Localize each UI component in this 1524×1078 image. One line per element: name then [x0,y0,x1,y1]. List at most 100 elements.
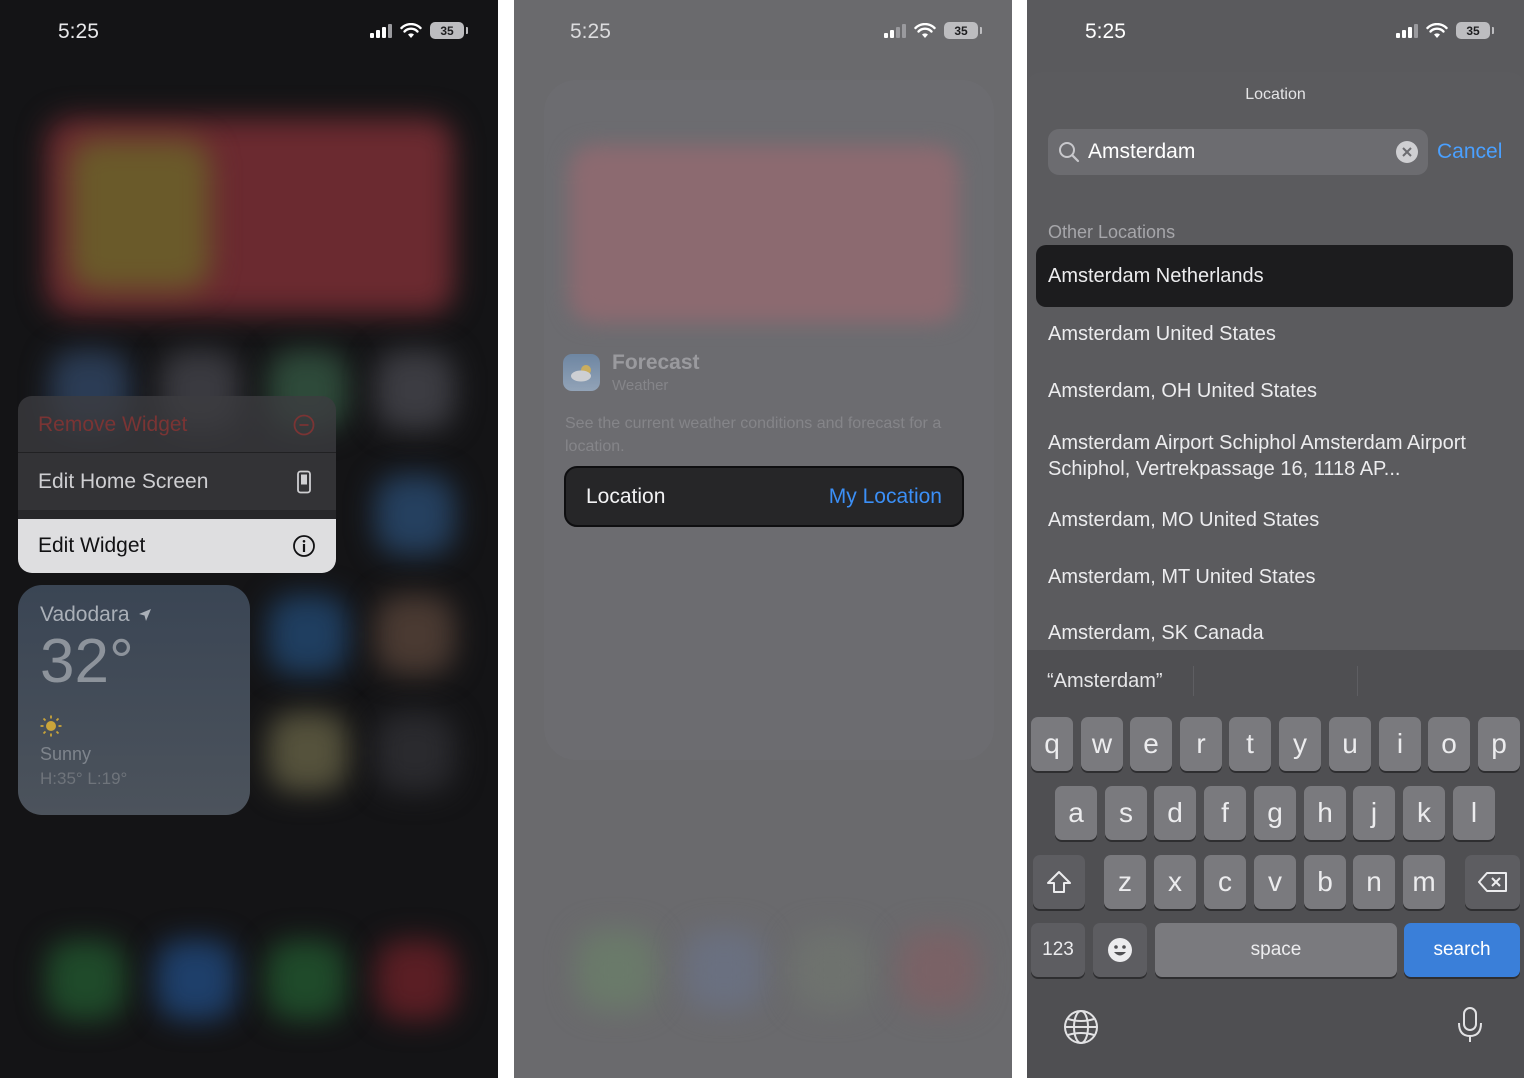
key-k[interactable]: k [1403,786,1445,840]
cellular-signal-icon [370,23,392,38]
blurred-app-icon [375,712,455,792]
location-result-selected[interactable]: Amsterdam Netherlands [1036,245,1513,307]
location-label: Location [586,484,666,508]
key-x[interactable]: x [1154,855,1196,909]
key-q[interactable]: q [1031,717,1073,771]
location-value[interactable]: My Location [829,485,942,509]
key-f[interactable]: f [1204,786,1246,840]
dictation-key[interactable] [1450,1005,1490,1045]
key-h[interactable]: h [1304,786,1346,840]
blurred-app-icon [375,475,455,555]
shift-icon [1047,871,1071,893]
key-i[interactable]: i [1379,717,1421,771]
location-result[interactable]: Amsterdam, MT United States [1048,564,1504,590]
sheet-title: Location [1245,86,1306,103]
blurred-dock-icon [376,940,456,1020]
location-setting-row[interactable]: Location My Location [564,466,964,527]
key-b[interactable]: b [1304,855,1346,909]
key-m[interactable]: m [1403,855,1445,909]
weather-app-icon [563,354,600,391]
status-time: 5:25 [1085,20,1126,43]
blurred-dock-icon [266,940,346,1020]
widget-description: See the current weather conditions and f… [565,415,942,455]
location-result[interactable]: Amsterdam United States [1048,321,1504,347]
blurred-dock-icon [684,930,764,1010]
blurred-dock-icon [156,940,236,1020]
battery-icon: 35 [944,22,982,39]
key-d[interactable]: d [1154,786,1196,840]
delete-backspace-icon [1477,872,1507,892]
microphone-icon [1458,1007,1482,1042]
key-z[interactable]: z [1104,855,1146,909]
key-v[interactable]: v [1254,855,1296,909]
key-g[interactable]: g [1254,786,1296,840]
close-icon [1402,147,1412,157]
blurred-widget-preview [569,145,959,323]
emoji-key[interactable] [1093,923,1147,977]
key-r[interactable]: r [1180,717,1222,771]
predictive-divider [1357,666,1358,696]
minus-circle-icon [292,413,316,437]
weather-widget[interactable]: Vadodara 32° Sunny H:35° L:19° [18,585,250,815]
cellular-signal-icon [1396,23,1418,38]
key-s[interactable]: s [1105,786,1147,840]
key-n[interactable]: n [1353,855,1395,909]
search-key[interactable]: search [1404,923,1520,977]
blurred-app-icon [268,712,348,792]
blurred-app-icon [268,595,348,675]
predictive-divider [1193,666,1194,696]
sun-icon [40,715,62,737]
status-time: 5:25 [58,20,99,43]
wifi-icon [400,22,422,38]
panel-edit-widget: 5:25 35 Forecast Weather See the current… [514,0,1012,1078]
key-e[interactable]: e [1130,717,1172,771]
cancel-button[interactable]: Cancel [1437,140,1502,164]
search-input[interactable] [1088,140,1396,164]
battery-icon: 35 [430,22,468,39]
remove-widget-button[interactable]: Remove Widget [18,396,336,454]
location-arrow-icon [138,609,151,621]
panel-location-search: 5:25 35 Location Cancel Other Locations … [1027,0,1524,1078]
key-p[interactable]: p [1478,717,1520,771]
status-bar: 5:25 35 [514,0,1012,66]
numbers-key[interactable]: 123 [1031,923,1085,977]
shift-key[interactable] [1033,855,1085,909]
location-result[interactable]: Amsterdam, MO United States [1048,507,1504,533]
blurred-widget-photo [70,140,210,290]
delete-key[interactable] [1465,855,1520,909]
edit-home-screen-button[interactable]: Edit Home Screen [18,452,336,510]
predictive-suggestion[interactable]: “Amsterdam” [1047,670,1163,693]
key-a[interactable]: a [1055,786,1097,840]
key-y[interactable]: y [1279,717,1321,771]
clear-search-button[interactable] [1396,141,1418,163]
status-bar: 5:25 35 [1027,0,1524,66]
space-key[interactable]: space [1155,923,1397,977]
info-circle-icon [292,534,316,558]
blurred-dock-icon [792,930,872,1010]
key-t[interactable]: t [1229,717,1271,771]
key-c[interactable]: c [1204,855,1246,909]
other-locations-header: Other Locations [1048,222,1176,242]
location-result[interactable]: Amsterdam, OH United States [1048,378,1504,404]
blurred-dock-icon [576,930,656,1010]
edit-widget-button[interactable]: Edit Widget [18,519,336,573]
widget-title: Forecast [612,351,700,374]
weather-condition: Sunny [40,744,92,764]
status-time: 5:25 [570,20,611,43]
location-result[interactable]: Amsterdam, SK Canada [1048,620,1504,646]
location-result[interactable]: Amsterdam Airport Schiphol Amsterdam Air… [1048,430,1504,482]
edit-home-screen-label: Edit Home Screen [38,469,209,493]
key-o[interactable]: o [1428,717,1470,771]
search-field[interactable] [1048,129,1428,175]
search-icon [1059,142,1080,163]
phone-icon [292,470,316,494]
key-w[interactable]: w [1081,717,1123,771]
blurred-dock-icon [46,940,126,1020]
wifi-icon [1426,22,1448,38]
globe-key[interactable] [1061,1007,1101,1047]
predictive-bar: “Amsterdam” [1027,650,1524,712]
key-u[interactable]: u [1329,717,1371,771]
key-j[interactable]: j [1353,786,1395,840]
widget-header: Forecast Weather [563,351,700,394]
key-l[interactable]: l [1453,786,1495,840]
